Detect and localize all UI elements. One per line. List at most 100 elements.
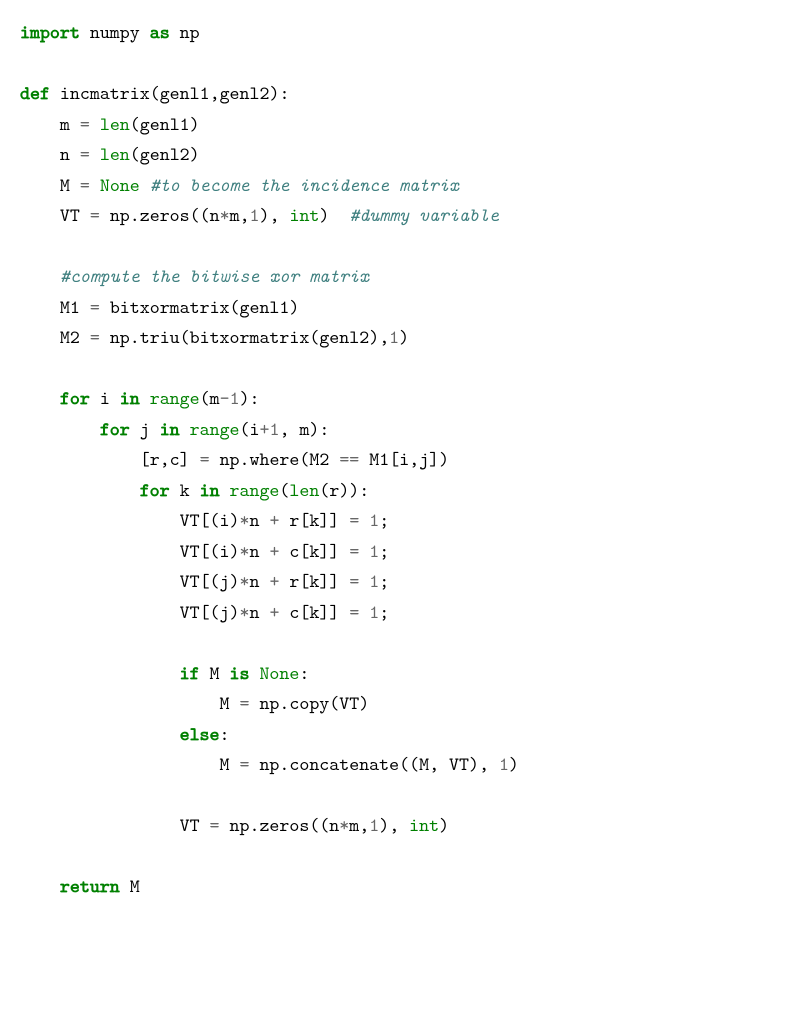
comma: , (210, 81, 220, 106)
paren-close: ) (230, 600, 240, 625)
rbracket: ] (329, 508, 339, 533)
paren-close: ) (289, 295, 299, 320)
lbracket: [ (299, 539, 309, 564)
paren-close: ) (359, 691, 369, 716)
semi: ; (379, 600, 389, 625)
paren-close: ) (469, 752, 479, 777)
paren-close: ) (399, 325, 409, 350)
paren-open: ( (150, 81, 160, 106)
rbracket: ] (180, 447, 190, 472)
var-VT: VT (60, 203, 80, 228)
eq: = (90, 295, 100, 320)
comma: , (379, 325, 389, 350)
eq: = (210, 813, 220, 838)
var-M: M (419, 752, 429, 777)
bi-len: len (289, 478, 319, 503)
plus: + (269, 539, 279, 564)
paren-open: ( (319, 478, 329, 503)
comment-bitwise: #compute the bitwise xor matrix (60, 264, 369, 289)
paren-open: ( (180, 325, 190, 350)
kw-if: if (180, 661, 200, 686)
paren-open: ( (329, 691, 339, 716)
rbracket: ] (319, 508, 329, 533)
var-VT: VT (180, 813, 200, 838)
paren-open: ( (399, 752, 409, 777)
rbracket: ] (319, 600, 329, 625)
bi-range: range (190, 417, 240, 442)
np-triu: np.triu (110, 325, 180, 350)
var-M2: M2 (60, 325, 80, 350)
var-r: r (329, 478, 339, 503)
paren-close: ) (349, 478, 359, 503)
lit-1: 1 (250, 203, 260, 228)
lit-1: 1 (230, 386, 240, 411)
var-k: k (309, 569, 319, 594)
paren-close: ) (379, 813, 389, 838)
eq: = (239, 752, 249, 777)
paren-open: ( (200, 203, 210, 228)
semi: ; (379, 539, 389, 564)
kw-for: for (140, 478, 170, 503)
kw-return: return (60, 874, 120, 899)
var-n: n (249, 600, 259, 625)
comma: , (479, 752, 489, 777)
var-VT: VT (449, 752, 469, 777)
star: * (339, 813, 349, 838)
colon: : (359, 478, 369, 503)
comment-dummy: #dummy variable (349, 203, 499, 228)
paren-close: ) (319, 203, 329, 228)
kw-for: for (100, 417, 130, 442)
fn-bxm: bitxormatrix (190, 325, 310, 350)
var-m: m (230, 203, 240, 228)
fn-name: incmatrix (60, 81, 150, 106)
var-m: m (349, 813, 359, 838)
lbracket: [ (200, 600, 210, 625)
rbracket: ] (329, 600, 339, 625)
paren-close: ) (230, 508, 240, 533)
var-i: i (250, 417, 260, 442)
paren-open: ( (200, 386, 210, 411)
paren-open: ( (240, 417, 250, 442)
semi: ; (379, 508, 389, 533)
np-zeros: np.zeros (110, 203, 190, 228)
bi-int: int (289, 203, 319, 228)
lit-1: 1 (369, 569, 379, 594)
lit-1: 1 (369, 813, 379, 838)
var-n: n (60, 142, 70, 167)
paren-open: ( (210, 600, 220, 625)
arg-genl2: genl2 (220, 81, 270, 106)
arg-genl1: genl1 (140, 112, 190, 137)
var-k: k (180, 478, 190, 503)
eq: = (90, 325, 100, 350)
paren-open: ( (130, 142, 140, 167)
paren-close: ) (509, 752, 519, 777)
var-m: m (299, 417, 309, 442)
var-i: i (100, 386, 110, 411)
paren-open: ( (210, 508, 220, 533)
kw-def: def (20, 81, 50, 106)
star: * (220, 203, 230, 228)
rbracket: ] (329, 539, 339, 564)
var-i: i (220, 508, 230, 533)
semi: ; (379, 569, 389, 594)
var-r: r (289, 569, 299, 594)
var-n: n (210, 203, 220, 228)
lit-1: 1 (269, 417, 279, 442)
minus: - (220, 386, 230, 411)
var-r: r (150, 447, 160, 472)
kw-as: as (150, 20, 170, 45)
lbracket: [ (299, 508, 309, 533)
star: * (240, 600, 250, 625)
var-n: n (329, 813, 339, 838)
comma: , (279, 417, 289, 442)
var-VT: VT (180, 600, 200, 625)
eqeq: == (339, 447, 359, 472)
var-j: j (140, 417, 150, 442)
comma: , (270, 203, 280, 228)
arg-genl1: genl1 (160, 81, 210, 106)
eq: = (80, 112, 90, 137)
comma: , (389, 813, 399, 838)
var-m: m (60, 112, 70, 137)
paren-close: ) (369, 325, 379, 350)
star: * (240, 569, 250, 594)
